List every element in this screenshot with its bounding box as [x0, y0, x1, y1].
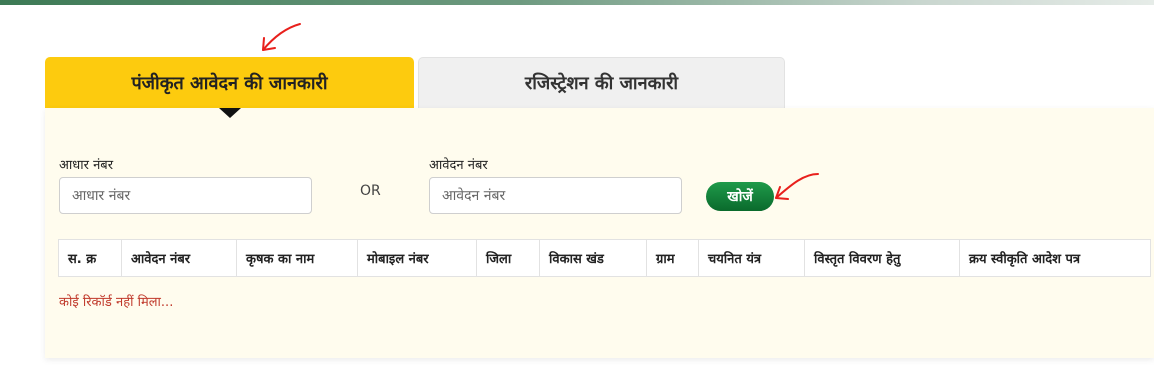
annotation-arrow-icon	[262, 23, 301, 51]
column-header: जिला	[476, 239, 540, 277]
column-header: मोबाइल नंबर	[357, 239, 477, 277]
top-accent-bar	[0, 0, 1154, 5]
column-header: स. क्र	[58, 239, 122, 277]
application-number-input[interactable]	[429, 177, 682, 214]
search-panel	[45, 108, 1154, 358]
column-header: ग्राम	[646, 239, 699, 277]
column-header: आवेदन नंबर	[121, 239, 237, 277]
column-header: कृषक का नाम	[236, 239, 358, 277]
application-number-label: आवेदन नंबर	[429, 158, 488, 173]
annotation-arrow-icon	[775, 173, 819, 200]
aadhaar-input[interactable]	[59, 177, 312, 214]
or-separator: OR	[360, 183, 381, 199]
tab-registered-application-info[interactable]: पंजीकृत आवेदन की जानकारी	[45, 57, 414, 108]
table-header-row: स. क्र आवेदन नंबर कृषक का नाम मोबाइल नंब…	[58, 239, 1151, 277]
search-button[interactable]: खोजें	[706, 182, 774, 211]
column-header: विकास खंड	[539, 239, 647, 277]
column-header: क्रय स्वीकृति आदेश पत्र	[959, 239, 1151, 277]
tab-label: रजिस्ट्रेशन की जानकारी	[524, 73, 679, 94]
column-header: विस्तृत विवरण हेतु	[804, 239, 960, 277]
tab-registration-info[interactable]: रजिस्ट्रेशन की जानकारी	[418, 57, 785, 108]
tab-label: पंजीकृत आवेदन की जानकारी	[131, 72, 328, 94]
active-tab-indicator	[219, 108, 241, 118]
column-header: चयनित यंत्र	[698, 239, 805, 277]
aadhaar-label: आधार नंबर	[59, 158, 114, 173]
results-table: स. क्र आवेदन नंबर कृषक का नाम मोबाइल नंब…	[58, 239, 1151, 277]
no-records-message: कोई रिकॉर्ड नहीं मिला...	[59, 295, 174, 310]
